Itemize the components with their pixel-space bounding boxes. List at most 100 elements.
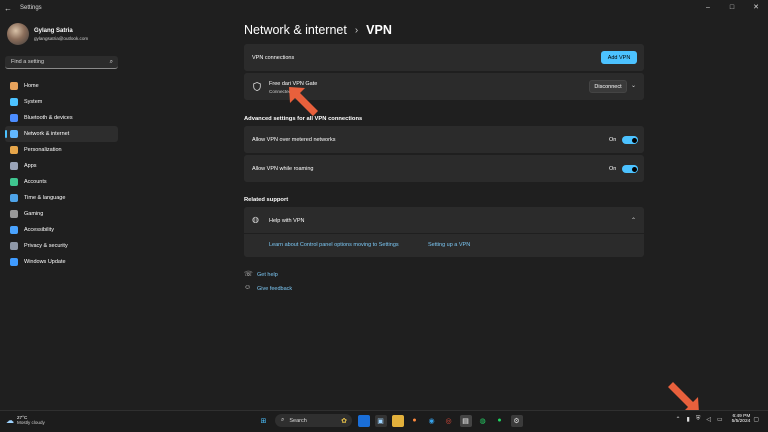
related-support-title: Related support: [244, 197, 289, 203]
home-icon: [10, 82, 18, 90]
vpn-shield-icon: [253, 82, 261, 91]
tray-chevron-up-icon[interactable]: ⌃: [675, 416, 680, 423]
taskbar-search[interactable]: ⌕ Search ✿: [275, 414, 352, 427]
apps-icon: [10, 162, 18, 170]
sidebar-item-gaming[interactable]: Gaming: [5, 206, 118, 222]
sidebar-item-home[interactable]: Home: [5, 78, 118, 94]
minimize-button[interactable]: –: [696, 0, 720, 14]
vpn-tray-icon[interactable]: ⛨: [696, 416, 701, 423]
chrome-icon[interactable]: ◎: [443, 415, 455, 427]
sidebar-item-time-language[interactable]: Time & language: [5, 190, 118, 206]
avatar: [7, 23, 29, 45]
system-icon: [10, 98, 18, 106]
file-explorer-icon[interactable]: [391, 414, 404, 427]
metered-networks-label: Allow VPN over metered networks: [252, 137, 336, 143]
get-help-link[interactable]: Get help: [257, 272, 278, 278]
taskbar-apps: ⊞ ⌕ Search ✿ ▣ ● ◉ ◎ ▤ ◍ ● ⚙: [255, 414, 525, 427]
person-icon: [10, 178, 18, 186]
sidebar-item-label: System: [24, 99, 43, 105]
sidebar-item-windows-update[interactable]: Windows Update: [5, 254, 118, 270]
give-feedback-link[interactable]: Give feedback: [257, 286, 292, 292]
brush-icon: [10, 146, 18, 154]
sidebar-item-label: Personalization: [24, 147, 62, 153]
metered-networks-toggle[interactable]: [622, 136, 638, 144]
disconnect-button[interactable]: Disconnect: [589, 80, 627, 93]
sidebar-item-label: Privacy & security: [24, 243, 68, 249]
search-input[interactable]: Find a setting ⌕: [5, 56, 118, 69]
setting-up-vpn-link[interactable]: Setting up a VPN: [428, 242, 470, 248]
page-title: VPN: [366, 23, 392, 37]
add-vpn-button[interactable]: Add VPN: [601, 51, 637, 64]
clock[interactable]: 6:49 PM 5/5/2024: [732, 414, 751, 424]
task-view-icon[interactable]: ▣: [374, 414, 387, 427]
roaming-toggle[interactable]: [622, 165, 638, 173]
sidebar-item-privacy-security[interactable]: Privacy & security: [5, 238, 118, 254]
breadcrumb: Network & internet › VPN: [244, 23, 392, 37]
taskbar-search-placeholder: Search: [289, 417, 307, 424]
firefox-icon[interactable]: ●: [409, 415, 421, 427]
user-profile[interactable]: Gylang Satria gylangsatria@outlook.com: [7, 23, 88, 45]
system-tray: ⌃ ▮ ⛨ ◁ ▭ 6:49 PM 5/5/2024 ▢: [672, 414, 762, 424]
vpn-connections-label: VPN connections: [252, 55, 295, 61]
sidebar-item-system[interactable]: System: [5, 94, 118, 110]
help-with-vpn-label: Help with VPN: [269, 218, 305, 224]
sidebar-item-label: Time & language: [24, 195, 66, 201]
metered-networks-row: Allow VPN over metered networks On: [244, 126, 644, 153]
vpn-connections-card: VPN connections Add VPN: [244, 44, 644, 71]
sidebar-item-accessibility[interactable]: Accessibility: [5, 222, 118, 238]
weather-widget[interactable]: ☁ 27°C Mostly cloudy: [6, 415, 45, 425]
sidebar-item-apps[interactable]: Apps: [5, 158, 118, 174]
sidebar-item-label: Gaming: [24, 211, 44, 217]
taskbar-search-icon: ⌕: [281, 417, 285, 423]
get-help-icon: ☏: [244, 271, 253, 278]
globe-icon: ◍: [252, 215, 259, 224]
search-icon[interactable]: ⌕: [110, 59, 113, 66]
gamepad-icon: [10, 210, 18, 218]
sidebar: Gylang Satria gylangsatria@outlook.com F…: [0, 16, 124, 410]
sidebar-item-personalization[interactable]: Personalization: [5, 142, 118, 158]
globe-clock-icon: [10, 194, 18, 202]
weather-condition: Mostly cloudy: [17, 420, 45, 425]
tray-app-icon[interactable]: ▮: [687, 416, 690, 423]
profile-name: Gylang Satria: [34, 27, 73, 34]
accessibility-icon: [10, 226, 18, 234]
related-support-card: ◍ Help with VPN ⌃ Learn about Control pa…: [244, 207, 644, 257]
settings-gear-icon[interactable]: ⚙: [510, 414, 523, 427]
breadcrumb-separator: ›: [354, 24, 359, 36]
back-arrow-icon[interactable]: ←: [0, 4, 16, 13]
window-title: Settings: [20, 5, 42, 11]
shield-icon: [10, 242, 18, 250]
maximize-button[interactable]: □: [720, 0, 744, 14]
notification-icon[interactable]: ▢: [753, 416, 759, 423]
chevron-down-icon[interactable]: ⌄: [631, 82, 636, 89]
start-windows-icon[interactable]: ⊞: [258, 415, 270, 427]
feedback-icon: ☺: [244, 284, 252, 291]
close-button[interactable]: ✕: [744, 0, 768, 14]
chevron-up-icon[interactable]: ⌃: [631, 217, 636, 224]
widgets-icon[interactable]: [357, 414, 370, 427]
help-with-vpn-row[interactable]: ◍ Help with VPN ⌃: [244, 207, 644, 234]
sidebar-item-label: Windows Update: [24, 259, 66, 265]
volume-icon[interactable]: ◁: [706, 416, 711, 423]
breadcrumb-parent[interactable]: Network & internet: [244, 23, 347, 37]
notepad-icon[interactable]: ▤: [459, 414, 472, 427]
control-panel-link[interactable]: Learn about Control panel options moving…: [269, 242, 399, 248]
roaming-label: Allow VPN while roaming: [252, 166, 314, 172]
clock-date: 5/5/2024: [731, 419, 751, 424]
update-icon: [10, 258, 18, 266]
sidebar-item-label: Bluetooth & devices: [24, 115, 73, 121]
profile-email: gylangsatria@outlook.com: [34, 35, 89, 41]
battery-icon[interactable]: ▭: [717, 416, 723, 423]
sidebar-item-accounts[interactable]: Accounts: [5, 174, 118, 190]
search-highlight-icon: ✿: [341, 417, 347, 425]
search-placeholder: Find a setting: [11, 59, 45, 65]
whatsapp-icon[interactable]: ◍: [477, 415, 489, 427]
spotify-icon[interactable]: ●: [494, 415, 506, 427]
sidebar-item-label: Network & internet: [24, 131, 70, 137]
edge-icon[interactable]: ◉: [426, 415, 438, 427]
window-controls: – □ ✕: [696, 0, 768, 14]
sidebar-item-label: Home: [24, 83, 39, 89]
sidebar-item-network-internet[interactable]: Network & internet: [5, 126, 118, 142]
roaming-toggle-state: On: [609, 166, 617, 172]
sidebar-item-bluetooth-devices[interactable]: Bluetooth & devices: [5, 110, 118, 126]
